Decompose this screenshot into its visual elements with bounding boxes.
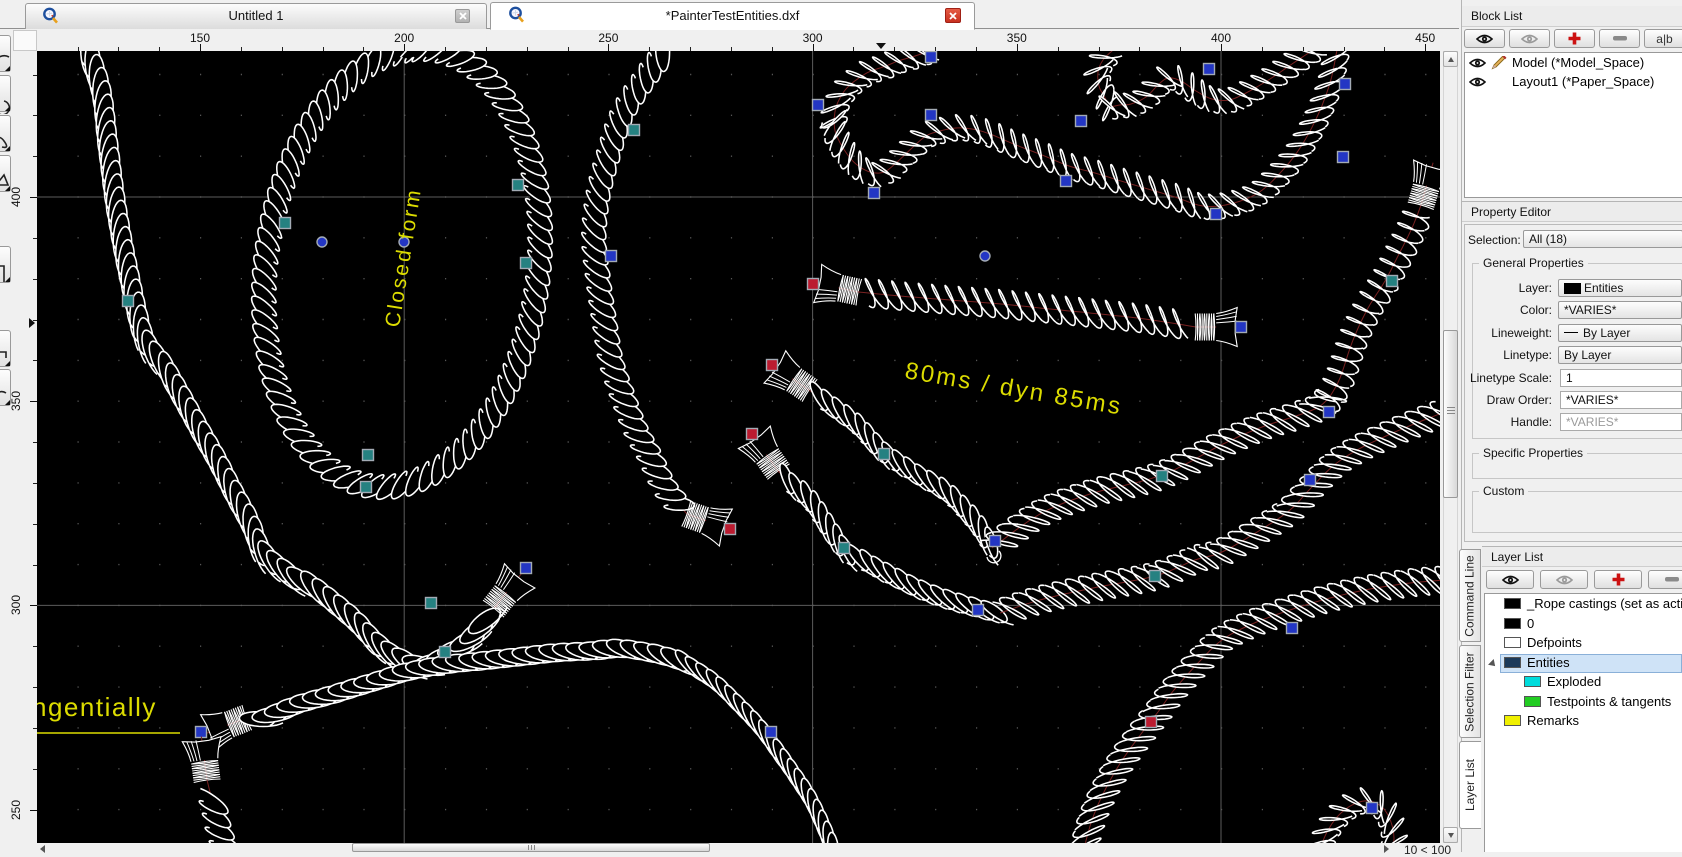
svg-text:ngentially: ngentially <box>37 692 157 722</box>
